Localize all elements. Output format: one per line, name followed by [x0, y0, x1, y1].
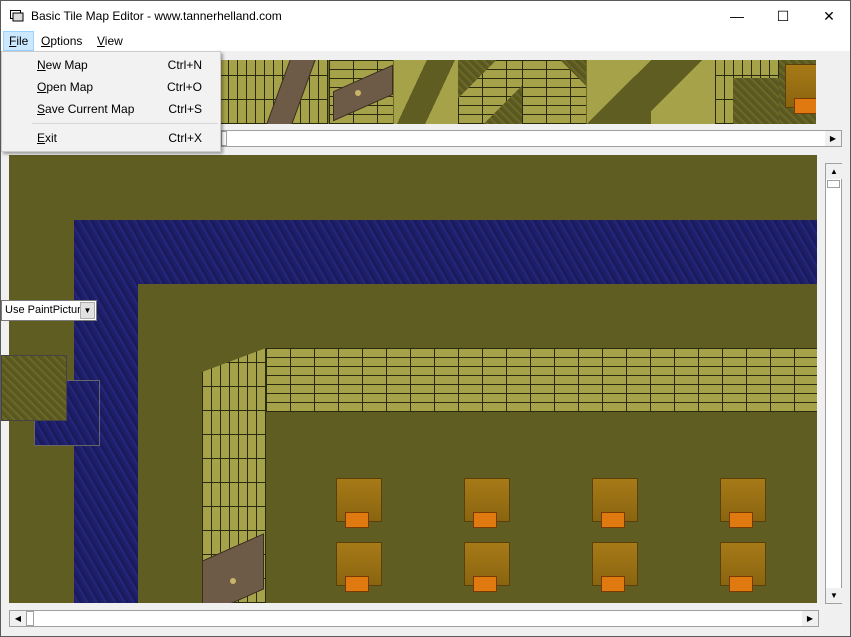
- menu-file[interactable]: File: [3, 31, 35, 51]
- tile-palette[interactable]: [219, 60, 816, 124]
- menu-options[interactable]: Options: [36, 31, 87, 51]
- scroll-down-icon[interactable]: ▼: [826, 588, 842, 603]
- water-channel: [74, 220, 817, 284]
- palette-tile[interactable]: [329, 60, 393, 124]
- palette-scrollbar[interactable]: ▶: [220, 130, 842, 147]
- tile-preview-primary: [1, 355, 67, 421]
- map-vertical-scrollbar[interactable]: ▲ ▼: [825, 163, 842, 604]
- menu-item-exit[interactable]: Exit Ctrl+X: [4, 127, 218, 149]
- title-bar[interactable]: Basic Tile Map Editor - www.tannerhellan…: [0, 0, 851, 31]
- shortcut-label: Ctrl+X: [168, 131, 202, 145]
- menu-view[interactable]: View: [92, 31, 128, 51]
- palette-tile[interactable]: [779, 60, 816, 124]
- maximize-button[interactable]: ☐: [760, 1, 806, 31]
- chevron-down-icon[interactable]: ▼: [80, 302, 95, 319]
- map-horizontal-scrollbar[interactable]: ◀ ▶: [9, 610, 819, 627]
- menu-item-new-map[interactable]: New Map Ctrl+N: [4, 54, 218, 76]
- menu-item-open-map[interactable]: Open Map Ctrl+O: [4, 76, 218, 98]
- scroll-up-icon[interactable]: ▲: [826, 164, 842, 179]
- palette-tile[interactable]: [587, 60, 651, 124]
- scroll-right-icon[interactable]: ▶: [825, 131, 841, 146]
- scrollbar-thumb[interactable]: [26, 611, 34, 626]
- palette-tile[interactable]: [458, 60, 522, 124]
- minimize-button[interactable]: —: [714, 1, 760, 31]
- palette-tile[interactable]: [651, 60, 715, 124]
- menu-separator: [32, 123, 218, 124]
- palette-tile[interactable]: [715, 60, 779, 124]
- palette-tile[interactable]: [394, 60, 458, 124]
- render-mode-select[interactable]: Use PaintPicture ▼: [1, 300, 97, 321]
- palette-tile[interactable]: [264, 60, 328, 124]
- app-icon: [10, 10, 24, 22]
- close-button[interactable]: ✕: [806, 1, 851, 31]
- map-canvas[interactable]: [9, 155, 817, 603]
- menu-bar: File Options View: [0, 31, 851, 51]
- file-menu-dropdown: New Map Ctrl+N Open Map Ctrl+O Save Curr…: [1, 51, 221, 152]
- shortcut-label: Ctrl+N: [167, 58, 202, 72]
- scrollbar-thumb[interactable]: [221, 131, 227, 146]
- palette-tile[interactable]: [522, 60, 586, 124]
- brick-wall: [266, 348, 817, 412]
- scroll-right-icon[interactable]: ▶: [802, 611, 818, 626]
- menu-item-save-current-map[interactable]: Save Current Map Ctrl+S: [4, 98, 218, 120]
- render-mode-value: Use PaintPicture: [5, 304, 87, 316]
- shortcut-label: Ctrl+S: [168, 102, 202, 116]
- scrollbar-thumb[interactable]: [827, 180, 840, 188]
- scroll-left-icon[interactable]: ◀: [10, 611, 26, 626]
- window-title: Basic Tile Map Editor - www.tannerhellan…: [31, 9, 282, 23]
- shortcut-label: Ctrl+O: [166, 80, 202, 94]
